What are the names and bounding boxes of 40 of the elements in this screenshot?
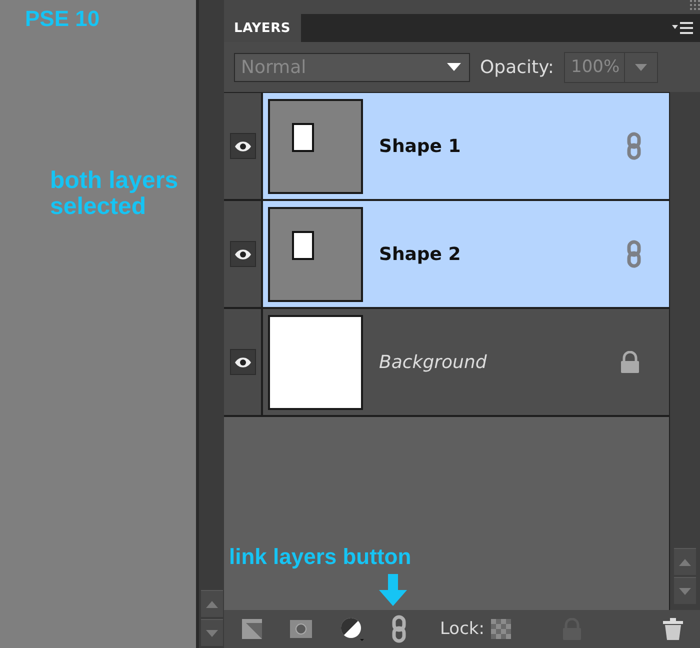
layer-name: Shape 2: [379, 244, 462, 264]
layer-row[interactable]: Shape 2: [224, 201, 669, 309]
visibility-toggle[interactable]: [230, 349, 256, 375]
caret-icon: [447, 63, 461, 71]
scroll-up-button[interactable]: [674, 548, 696, 575]
new-layer-icon[interactable]: [242, 619, 262, 639]
eye-icon[interactable]: [234, 140, 252, 152]
lock-label: Lock:: [440, 619, 484, 639]
lock-icon: [619, 351, 641, 373]
layers-tab[interactable]: LAYERS: [224, 14, 301, 42]
grip-icon[interactable]: [690, 0, 700, 10]
layer-mask-icon[interactable]: [290, 620, 312, 638]
caret-icon: [634, 64, 647, 70]
opacity-label: Opacity:: [480, 56, 554, 78]
scroll-down-icon[interactable]: [206, 630, 218, 636]
layer-name: Background: [379, 352, 488, 372]
layer-row[interactable]: Background: [224, 309, 669, 417]
scroll-up-icon[interactable]: [679, 558, 691, 566]
link-icon[interactable]: [392, 615, 406, 643]
adjustment-icon[interactable]: [340, 617, 364, 641]
eye-icon[interactable]: [234, 248, 252, 260]
layer-row[interactable]: Shape 1: [224, 93, 669, 201]
visibility-toggle[interactable]: [230, 241, 256, 267]
scroll-down-button[interactable]: [674, 577, 696, 604]
visibility-toggle[interactable]: [230, 133, 256, 159]
link-icon: [627, 132, 641, 160]
link-icon: [627, 240, 641, 268]
panel-menu-icon[interactable]: [672, 21, 694, 35]
scroll-down-button[interactable]: [200, 619, 222, 646]
title-annotation: PSE 10: [25, 6, 101, 32]
scroll-up-button[interactable]: [200, 590, 222, 617]
pointer-annotation: link layers button: [229, 544, 412, 570]
caption-annotation: both layers selected: [50, 168, 180, 220]
scroll-down-icon[interactable]: [679, 588, 691, 594]
lock-transparency-icon[interactable]: [490, 619, 510, 639]
eye-icon[interactable]: [234, 356, 252, 368]
down-arrow: [379, 574, 407, 606]
delete-icon[interactable]: [662, 618, 682, 640]
scroll-up-icon[interactable]: [206, 600, 218, 608]
layer-name: Shape 1: [379, 136, 462, 156]
